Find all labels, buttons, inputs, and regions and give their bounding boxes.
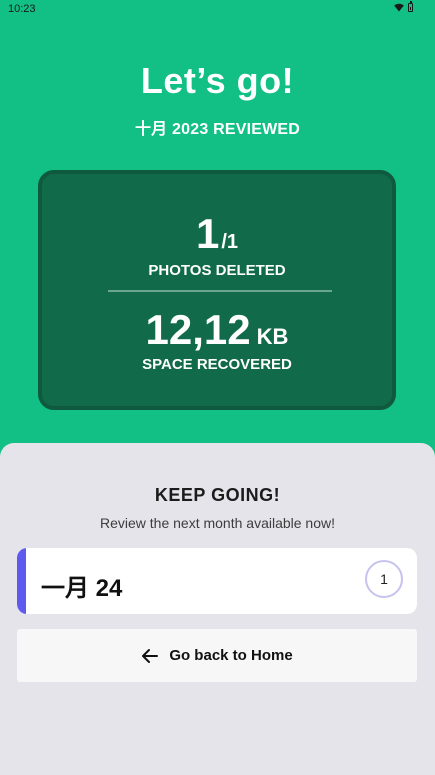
status-icons bbox=[394, 1, 413, 12]
photos-deleted-label: PHOTOS DELETED bbox=[148, 262, 286, 279]
next-month-card[interactable]: 一月 24 1 bbox=[17, 548, 417, 614]
stats-divider bbox=[108, 290, 332, 292]
go-back-home-label: Go back to Home bbox=[169, 647, 293, 664]
photos-deleted-value-row: 1/1 bbox=[42, 210, 392, 258]
stats-card: 1/1 PHOTOS DELETED 12,12 KB SPACE RECOVER… bbox=[38, 170, 396, 410]
status-bar: 10:23 bbox=[0, 0, 435, 20]
wifi-icon bbox=[394, 3, 404, 12]
month-photo-count-badge: 1 bbox=[365, 560, 403, 598]
battery-icon bbox=[408, 1, 413, 12]
month-card-label: 一月 24 bbox=[41, 575, 123, 602]
bottom-sheet: KEEP GOING! Review the next month availa… bbox=[0, 443, 435, 775]
photos-deleted-total: /1 bbox=[221, 231, 239, 253]
go-back-home-button[interactable]: Go back to Home bbox=[17, 629, 417, 682]
arrow-left-icon bbox=[142, 648, 159, 663]
photos-deleted-count: 1 bbox=[195, 210, 220, 257]
next-month-subtext: Review the next month available now! bbox=[99, 515, 336, 531]
reviewed-month-subtitle: 十月 2023 REVIEWED bbox=[134, 121, 301, 138]
keep-going-heading: KEEP GOING! bbox=[154, 485, 281, 505]
page-title: Let’s go! bbox=[140, 60, 295, 101]
space-recovered-value: 12,12 bbox=[145, 306, 251, 353]
month-card-accent bbox=[17, 548, 26, 614]
space-recovered-value-row: 12,12 KB bbox=[42, 306, 392, 354]
space-recovered-unit: KB bbox=[256, 324, 289, 349]
status-time: 10:23 bbox=[8, 3, 36, 15]
space-recovered-label: SPACE RECOVERED bbox=[142, 356, 292, 373]
